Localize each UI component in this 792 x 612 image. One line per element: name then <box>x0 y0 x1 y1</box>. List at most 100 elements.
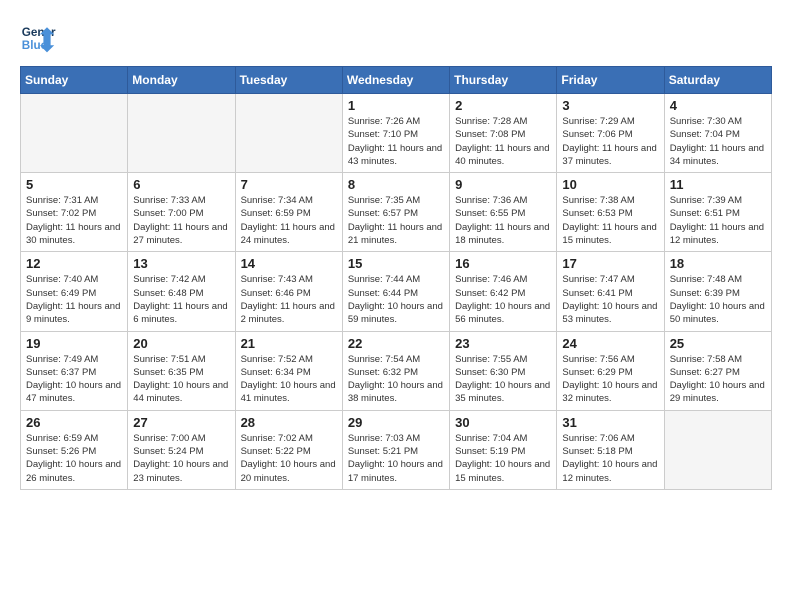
day-info: Sunrise: 7:56 AM Sunset: 6:29 PM Dayligh… <box>562 353 658 406</box>
calendar-cell: 10 Sunrise: 7:38 AM Sunset: 6:53 PM Dayli… <box>557 173 664 252</box>
day-number: 29 <box>348 415 444 430</box>
day-number: 4 <box>670 98 766 113</box>
day-number: 9 <box>455 177 551 192</box>
weekday-header-tuesday: Tuesday <box>235 67 342 94</box>
day-number: 7 <box>241 177 337 192</box>
calendar-cell: 31 Sunrise: 7:06 AM Sunset: 5:18 PM Dayli… <box>557 410 664 489</box>
weekday-header-friday: Friday <box>557 67 664 94</box>
day-number: 3 <box>562 98 658 113</box>
day-info: Sunrise: 7:55 AM Sunset: 6:30 PM Dayligh… <box>455 353 551 406</box>
calendar-cell: 6 Sunrise: 7:33 AM Sunset: 7:00 PM Daylig… <box>128 173 235 252</box>
day-info: Sunrise: 7:34 AM Sunset: 6:59 PM Dayligh… <box>241 194 337 247</box>
page-header: General Blue <box>20 20 772 56</box>
day-info: Sunrise: 7:03 AM Sunset: 5:21 PM Dayligh… <box>348 432 444 485</box>
calendar-week-1: 1Sunrise: 7:26 AM Sunset: 7:10 PM Daylig… <box>21 94 772 173</box>
calendar-cell <box>235 94 342 173</box>
calendar-cell: 8 Sunrise: 7:35 AM Sunset: 6:57 PM Daylig… <box>342 173 449 252</box>
day-number: 28 <box>241 415 337 430</box>
calendar-cell: 3 Sunrise: 7:29 AM Sunset: 7:06 PM Daylig… <box>557 94 664 173</box>
day-info: Sunrise: 7:29 AM Sunset: 7:06 PM Dayligh… <box>562 115 658 168</box>
day-info: Sunrise: 7:58 AM Sunset: 6:27 PM Dayligh… <box>670 353 766 406</box>
logo: General Blue <box>20 20 56 56</box>
logo-icon: General Blue <box>20 20 56 56</box>
day-number: 1 <box>348 98 444 113</box>
calendar-cell: 9 Sunrise: 7:36 AM Sunset: 6:55 PM Daylig… <box>450 173 557 252</box>
day-info: Sunrise: 7:51 AM Sunset: 6:35 PM Dayligh… <box>133 353 229 406</box>
weekday-header-saturday: Saturday <box>664 67 771 94</box>
calendar-cell: 7 Sunrise: 7:34 AM Sunset: 6:59 PM Daylig… <box>235 173 342 252</box>
day-info: Sunrise: 7:52 AM Sunset: 6:34 PM Dayligh… <box>241 353 337 406</box>
day-info: Sunrise: 7:54 AM Sunset: 6:32 PM Dayligh… <box>348 353 444 406</box>
calendar-cell: 15 Sunrise: 7:44 AM Sunset: 6:44 PM Dayli… <box>342 252 449 331</box>
calendar-cell <box>21 94 128 173</box>
calendar-cell: 4 Sunrise: 7:30 AM Sunset: 7:04 PM Daylig… <box>664 94 771 173</box>
calendar-cell <box>664 410 771 489</box>
day-number: 27 <box>133 415 229 430</box>
day-number: 13 <box>133 256 229 271</box>
day-number: 10 <box>562 177 658 192</box>
weekday-header-thursday: Thursday <box>450 67 557 94</box>
calendar-cell: 22 Sunrise: 7:54 AM Sunset: 6:32 PM Dayli… <box>342 331 449 410</box>
day-number: 16 <box>455 256 551 271</box>
day-info: Sunrise: 7:40 AM Sunset: 6:49 PM Dayligh… <box>26 273 122 326</box>
day-info: Sunrise: 6:59 AM Sunset: 5:26 PM Dayligh… <box>26 432 122 485</box>
calendar-cell <box>128 94 235 173</box>
calendar-week-4: 19Sunrise: 7:49 AM Sunset: 6:37 PM Dayli… <box>21 331 772 410</box>
calendar-cell: 18Sunrise: 7:48 AM Sunset: 6:39 PM Dayli… <box>664 252 771 331</box>
day-info: Sunrise: 7:04 AM Sunset: 5:19 PM Dayligh… <box>455 432 551 485</box>
day-number: 19 <box>26 336 122 351</box>
day-info: Sunrise: 7:36 AM Sunset: 6:55 PM Dayligh… <box>455 194 551 247</box>
calendar-cell: 5 Sunrise: 7:31 AM Sunset: 7:02 PM Daylig… <box>21 173 128 252</box>
weekday-header-monday: Monday <box>128 67 235 94</box>
calendar-cell: 20Sunrise: 7:51 AM Sunset: 6:35 PM Dayli… <box>128 331 235 410</box>
calendar-table: SundayMondayTuesdayWednesdayThursdayFrid… <box>20 66 772 490</box>
day-info: Sunrise: 7:43 AM Sunset: 6:46 PM Dayligh… <box>241 273 337 326</box>
day-info: Sunrise: 7:02 AM Sunset: 5:22 PM Dayligh… <box>241 432 337 485</box>
day-number: 5 <box>26 177 122 192</box>
day-info: Sunrise: 7:31 AM Sunset: 7:02 PM Dayligh… <box>26 194 122 247</box>
day-number: 2 <box>455 98 551 113</box>
day-number: 11 <box>670 177 766 192</box>
day-info: Sunrise: 7:39 AM Sunset: 6:51 PM Dayligh… <box>670 194 766 247</box>
calendar-cell: 24 Sunrise: 7:56 AM Sunset: 6:29 PM Dayli… <box>557 331 664 410</box>
day-info: Sunrise: 7:38 AM Sunset: 6:53 PM Dayligh… <box>562 194 658 247</box>
day-number: 21 <box>241 336 337 351</box>
weekday-header-sunday: Sunday <box>21 67 128 94</box>
calendar-cell: 23Sunrise: 7:55 AM Sunset: 6:30 PM Dayli… <box>450 331 557 410</box>
day-number: 14 <box>241 256 337 271</box>
day-info: Sunrise: 7:47 AM Sunset: 6:41 PM Dayligh… <box>562 273 658 326</box>
calendar-cell: 16 Sunrise: 7:46 AM Sunset: 6:42 PM Dayli… <box>450 252 557 331</box>
day-number: 22 <box>348 336 444 351</box>
calendar-cell: 21 Sunrise: 7:52 AM Sunset: 6:34 PM Dayli… <box>235 331 342 410</box>
day-info: Sunrise: 7:33 AM Sunset: 7:00 PM Dayligh… <box>133 194 229 247</box>
day-number: 18 <box>670 256 766 271</box>
day-info: Sunrise: 7:28 AM Sunset: 7:08 PM Dayligh… <box>455 115 551 168</box>
calendar-cell: 30Sunrise: 7:04 AM Sunset: 5:19 PM Dayli… <box>450 410 557 489</box>
calendar-cell: 1Sunrise: 7:26 AM Sunset: 7:10 PM Daylig… <box>342 94 449 173</box>
weekday-header-row: SundayMondayTuesdayWednesdayThursdayFrid… <box>21 67 772 94</box>
calendar-cell: 28 Sunrise: 7:02 AM Sunset: 5:22 PM Dayli… <box>235 410 342 489</box>
calendar-cell: 14 Sunrise: 7:43 AM Sunset: 6:46 PM Dayli… <box>235 252 342 331</box>
day-info: Sunrise: 7:30 AM Sunset: 7:04 PM Dayligh… <box>670 115 766 168</box>
calendar-cell: 19Sunrise: 7:49 AM Sunset: 6:37 PM Dayli… <box>21 331 128 410</box>
day-number: 15 <box>348 256 444 271</box>
day-info: Sunrise: 7:44 AM Sunset: 6:44 PM Dayligh… <box>348 273 444 326</box>
day-number: 17 <box>562 256 658 271</box>
calendar-cell: 13 Sunrise: 7:42 AM Sunset: 6:48 PM Dayli… <box>128 252 235 331</box>
calendar-cell: 26Sunrise: 6:59 AM Sunset: 5:26 PM Dayli… <box>21 410 128 489</box>
day-info: Sunrise: 7:46 AM Sunset: 6:42 PM Dayligh… <box>455 273 551 326</box>
calendar-cell: 29 Sunrise: 7:03 AM Sunset: 5:21 PM Dayli… <box>342 410 449 489</box>
day-number: 31 <box>562 415 658 430</box>
day-number: 24 <box>562 336 658 351</box>
day-info: Sunrise: 7:35 AM Sunset: 6:57 PM Dayligh… <box>348 194 444 247</box>
weekday-header-wednesday: Wednesday <box>342 67 449 94</box>
day-info: Sunrise: 7:42 AM Sunset: 6:48 PM Dayligh… <box>133 273 229 326</box>
calendar-week-3: 12 Sunrise: 7:40 AM Sunset: 6:49 PM Dayli… <box>21 252 772 331</box>
calendar-cell: 12 Sunrise: 7:40 AM Sunset: 6:49 PM Dayli… <box>21 252 128 331</box>
day-number: 8 <box>348 177 444 192</box>
day-info: Sunrise: 7:00 AM Sunset: 5:24 PM Dayligh… <box>133 432 229 485</box>
day-number: 25 <box>670 336 766 351</box>
day-number: 6 <box>133 177 229 192</box>
day-info: Sunrise: 7:06 AM Sunset: 5:18 PM Dayligh… <box>562 432 658 485</box>
day-number: 12 <box>26 256 122 271</box>
